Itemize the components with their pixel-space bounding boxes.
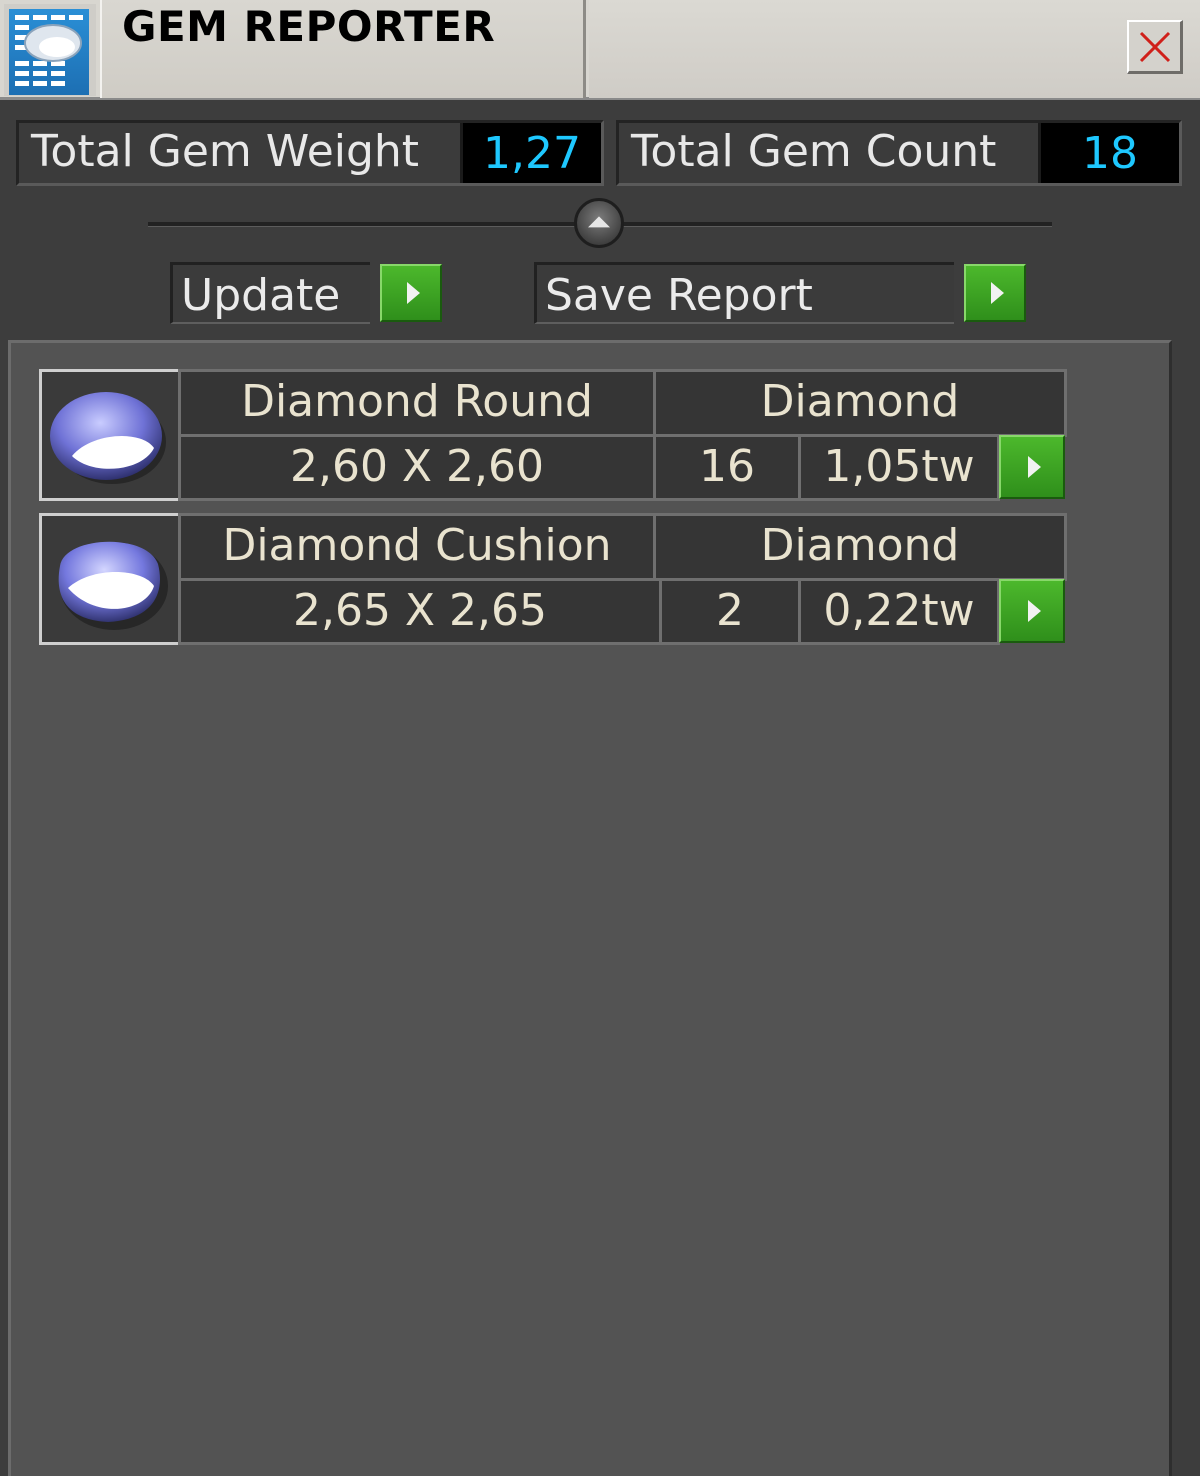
title-tab[interactable]: GEM REPORTER	[100, 0, 586, 98]
gem-weight: 0,22tw	[798, 578, 1000, 645]
save-report-button[interactable]	[964, 264, 1026, 322]
play-arrow-icon	[1027, 600, 1041, 622]
close-icon	[1139, 31, 1170, 62]
total-weight-value: 1,27	[463, 123, 601, 183]
gem-name: Diamond Round	[178, 369, 656, 437]
gem-stone-icon	[39, 369, 181, 501]
gem-size: 2,60 X 2,60	[178, 434, 656, 501]
save-report-button-label[interactable]: Save Report	[534, 262, 954, 324]
total-count-field: Total Gem Count 18	[616, 120, 1182, 186]
gem-count: 16	[653, 434, 801, 501]
gem-report-icon	[9, 9, 89, 95]
total-count-value: 18	[1041, 123, 1179, 183]
collapse-up-icon[interactable]	[574, 198, 624, 248]
total-weight-field: Total Gem Weight 1,27	[16, 120, 604, 186]
gem-material: Diamond	[653, 369, 1067, 437]
app-icon-frame	[4, 4, 96, 96]
play-arrow-icon	[990, 282, 1004, 304]
gem-material: Diamond	[653, 513, 1067, 581]
gem-row[interactable]: Diamond Round Diamond 2,60 X 2,60 16 1,0…	[39, 369, 1069, 501]
update-button[interactable]	[380, 264, 442, 322]
window-title: GEM REPORTER	[122, 2, 496, 51]
gem-size: 2,65 X 2,65	[178, 578, 662, 645]
total-count-label: Total Gem Count	[619, 123, 1041, 183]
play-arrow-icon	[1027, 456, 1041, 478]
gem-weight: 1,05tw	[798, 434, 1000, 501]
total-weight-label: Total Gem Weight	[19, 123, 463, 183]
gem-reporter-window: GEM REPORTER Total Gem Weight 1,27 Total…	[0, 0, 1200, 1476]
gem-row-go-button[interactable]	[999, 579, 1065, 643]
gem-list-panel[interactable]: Diamond Round Diamond 2,60 X 2,60 16 1,0…	[8, 340, 1172, 1476]
gem-stone-icon	[39, 513, 181, 645]
gem-name: Diamond Cushion	[178, 513, 656, 581]
title-bar-fill[interactable]	[589, 0, 1200, 98]
update-button-label[interactable]: Update	[170, 262, 370, 324]
gem-row[interactable]: Diamond Cushion Diamond 2,65 X 2,65 2 0,…	[39, 513, 1069, 645]
gem-count: 2	[659, 578, 801, 645]
gem-row-go-button[interactable]	[999, 435, 1065, 499]
title-bar[interactable]: GEM REPORTER	[0, 0, 1200, 100]
close-button[interactable]	[1127, 20, 1183, 74]
play-arrow-icon	[406, 282, 420, 304]
